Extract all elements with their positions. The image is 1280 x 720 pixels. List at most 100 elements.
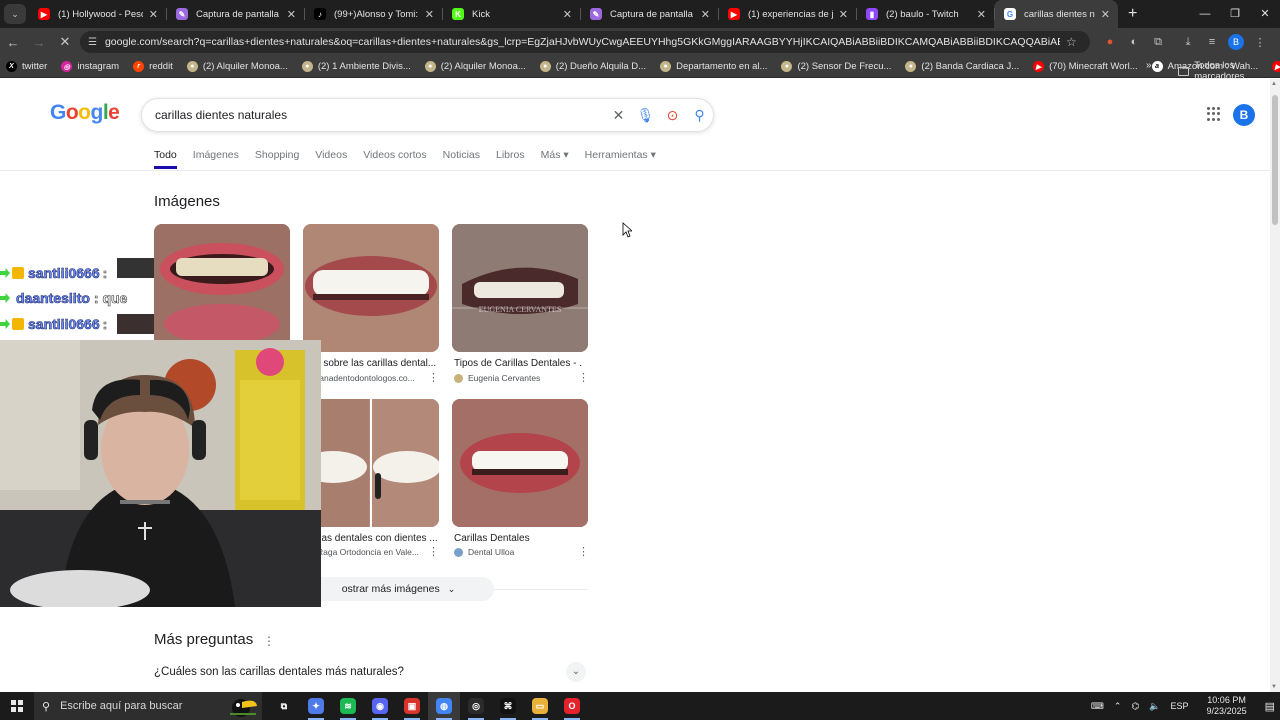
- address-bar[interactable]: ☰ google.com/search?q=carillas+dientes+n…: [80, 31, 1090, 53]
- tab-close-icon[interactable]: ✕: [425, 8, 434, 21]
- taskbar-obs[interactable]: ◎: [460, 692, 492, 720]
- tab-close-icon[interactable]: ✕: [563, 8, 572, 21]
- image-caption[interactable]: Tipos de Carillas Dentales - ...: [454, 358, 582, 369]
- search-tab[interactable]: Herramientas ▾: [585, 149, 656, 169]
- browser-tab[interactable]: ♪ (99+)Alonso y Tomi: Monterrey ✕: [304, 0, 442, 28]
- taskbar-chrome[interactable]: ◍: [428, 692, 460, 720]
- chrome-menu-icon[interactable]: ⋮: [1248, 36, 1272, 49]
- more-options-icon[interactable]: ⋮: [263, 634, 275, 648]
- expand-chevron-icon[interactable]: ⌄: [566, 662, 586, 682]
- browser-tab[interactable]: ▶ (1) Hollywood - Peso Pluma ✕: [28, 0, 166, 28]
- image-result-3[interactable]: EUGENIA CERVANTES: [452, 224, 588, 352]
- extension-gray-icon[interactable]: ◐: [1122, 36, 1146, 48]
- bookmark-item[interactable]: r reddit: [133, 61, 173, 72]
- window-close-icon[interactable]: ✕: [1250, 0, 1280, 28]
- browser-tab[interactable]: ✎ Captura de pantalla por Lightshot ✕: [166, 0, 304, 28]
- taskbar-opera[interactable]: O: [556, 692, 588, 720]
- forward-icon[interactable]: →: [26, 35, 52, 50]
- search-icon[interactable]: ⚲: [686, 107, 713, 124]
- stop-icon[interactable]: ✕: [52, 34, 78, 50]
- more-options-icon[interactable]: ⋮: [428, 547, 439, 558]
- address-url[interactable]: google.com/search?q=carillas+dientes+nat…: [105, 36, 1060, 48]
- clock[interactable]: 10:06 PM 9/23/2025: [1202, 695, 1252, 717]
- more-options-icon[interactable]: ⋮: [578, 373, 589, 384]
- bookmark-item[interactable]: ● (2) Sensor De Frecu...: [781, 61, 891, 72]
- bookmark-item[interactable]: ● (2) Alquiler Monoa...: [424, 61, 526, 72]
- notifications-icon[interactable]: ▤: [1265, 700, 1275, 713]
- browser-tab[interactable]: ▶ (1) experiencias de joda 🔥 ✕: [718, 0, 856, 28]
- tab-close-icon[interactable]: ✕: [977, 8, 986, 21]
- taskbar-copilot[interactable]: ✦: [300, 692, 332, 720]
- browser-tab[interactable]: ✎ Captura de pantalla por Lightshot ✕: [580, 0, 718, 28]
- site-info-icon[interactable]: ☰: [88, 37, 97, 48]
- image-result-5[interactable]: [452, 399, 588, 527]
- tab-close-icon[interactable]: ✕: [1101, 8, 1110, 21]
- taskbar-task-view[interactable]: ⧉: [268, 692, 300, 720]
- image-caption[interactable]: o sobre las carillas dental...: [315, 358, 443, 369]
- clear-search-icon[interactable]: ✕: [605, 107, 632, 124]
- image-source[interactable]: Dental Ulloa: [454, 547, 569, 557]
- downloads-icon[interactable]: ⤓: [1176, 36, 1200, 49]
- search-tab[interactable]: Todo: [154, 149, 177, 169]
- tab-close-icon[interactable]: ✕: [287, 8, 296, 21]
- bookmark-star-icon[interactable]: ☆: [1066, 35, 1077, 49]
- tab-search-icon[interactable]: ⌄: [4, 4, 26, 24]
- search-tab[interactable]: Videos: [315, 149, 347, 169]
- restore-icon[interactable]: ❐: [1220, 0, 1250, 28]
- tab-close-icon[interactable]: ✕: [149, 8, 158, 21]
- search-tab[interactable]: Más ▾: [541, 149, 569, 169]
- taskbar-capcut[interactable]: ⌘: [492, 692, 524, 720]
- search-tab[interactable]: Imágenes: [193, 149, 239, 169]
- scrollbar-thumb[interactable]: [1272, 95, 1278, 225]
- scroll-up-icon[interactable]: ▲: [1271, 81, 1277, 87]
- extensions-puzzle-icon[interactable]: ⧉: [1146, 36, 1170, 49]
- search-tab[interactable]: Shopping: [255, 149, 299, 169]
- search-tab[interactable]: Noticias: [443, 149, 480, 169]
- search-box[interactable]: carillas dientes naturales ✕ 🎙 ⊙ ⚲: [141, 98, 714, 132]
- google-logo[interactable]: Google: [50, 101, 120, 125]
- lens-icon[interactable]: ⊙: [659, 107, 686, 124]
- minimize-icon[interactable]: —: [1190, 0, 1220, 28]
- voice-search-icon[interactable]: 🎙: [632, 107, 659, 124]
- bookmark-item[interactable]: ● (2) Banda Cardiaca J...: [905, 61, 1019, 72]
- bookmark-item[interactable]: ● (2) 1 Ambiente Divis...: [301, 61, 411, 72]
- profile-avatar[interactable]: B: [1228, 34, 1244, 50]
- bookmark-item[interactable]: ● Departamento en al...: [660, 61, 767, 72]
- bookmark-item[interactable]: ◎ instagram: [61, 61, 119, 72]
- bookmark-item[interactable]: ● (2) Dueño Alquila D...: [539, 61, 646, 72]
- image-caption[interactable]: llas dentales con dientes ...: [317, 533, 445, 544]
- people-also-ask-question[interactable]: ¿Cuáles son las carillas dentales más na…: [154, 666, 404, 678]
- page-scrollbar[interactable]: ▲ ▼: [1270, 79, 1280, 692]
- language-indicator[interactable]: ESP: [1171, 701, 1189, 711]
- new-tab-icon[interactable]: +: [1128, 5, 1137, 23]
- extension-red-icon[interactable]: ●: [1098, 36, 1122, 48]
- taskbar-discord[interactable]: ◉: [364, 692, 396, 720]
- image-result-1[interactable]: [154, 224, 290, 352]
- taskbar-spotify[interactable]: ≋: [332, 692, 364, 720]
- bookmarks-overflow-icon[interactable]: »: [1146, 60, 1152, 71]
- taskbar-video-app[interactable]: ▣: [396, 692, 428, 720]
- volume-icon[interactable]: 🔈: [1149, 701, 1160, 712]
- search-tab[interactable]: Libros: [496, 149, 525, 169]
- start-button[interactable]: [0, 700, 34, 712]
- image-source[interactable]: Eugenia Cervantes: [454, 373, 569, 383]
- bookmark-item[interactable]: Xtwitter: [6, 61, 47, 72]
- search-tab[interactable]: Videos cortos: [363, 149, 426, 169]
- show-more-images-button[interactable]: ostrar más imágenes ⌄: [303, 577, 494, 601]
- browser-tab[interactable]: Gcarillas dientes naturales ✕: [994, 0, 1118, 28]
- back-icon[interactable]: ←: [0, 35, 26, 50]
- media-controls-icon[interactable]: ≡: [1200, 36, 1224, 48]
- more-options-icon[interactable]: ⋮: [428, 373, 439, 384]
- bookmark-item[interactable]: ▶ (70) Minecraft Worl...: [1033, 61, 1138, 72]
- browser-tab[interactable]: ▮ (2) baulo - Twitch ✕: [856, 0, 994, 28]
- tab-close-icon[interactable]: ✕: [701, 8, 710, 21]
- image-source[interactable]: sanadentodontologos.co...: [315, 373, 430, 383]
- tab-close-icon[interactable]: ✕: [839, 8, 848, 21]
- network-icon[interactable]: ⌬: [1131, 701, 1139, 712]
- account-avatar[interactable]: B: [1233, 104, 1255, 126]
- keyboard-icon[interactable]: ⌨: [1091, 701, 1104, 712]
- google-apps-icon[interactable]: [1207, 107, 1221, 121]
- scroll-down-icon[interactable]: ▼: [1271, 684, 1277, 690]
- image-result-2[interactable]: [303, 224, 439, 352]
- browser-tab[interactable]: K Kick ✕: [442, 0, 580, 28]
